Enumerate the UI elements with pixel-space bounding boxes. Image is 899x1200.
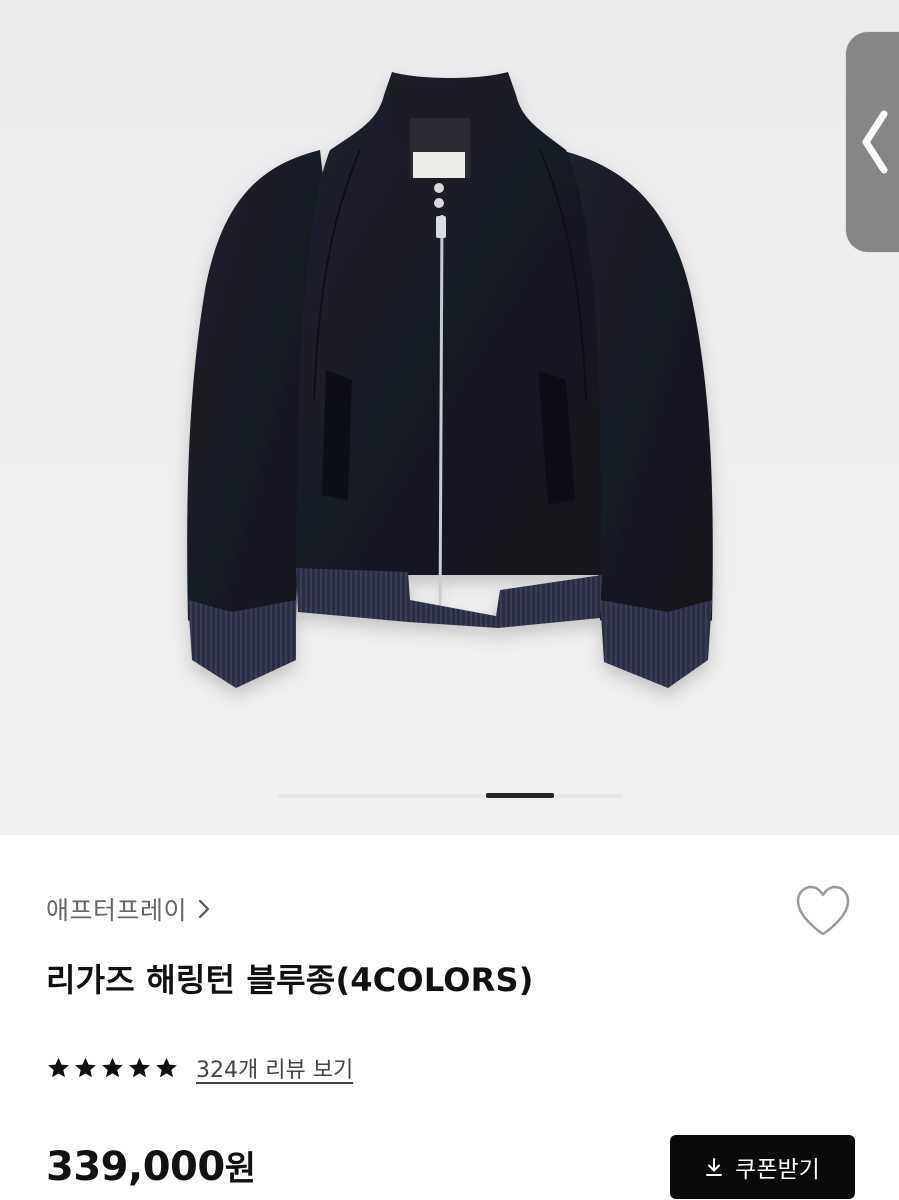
- product-title: 리가즈 해링턴 블루종(4COLORS): [46, 961, 534, 999]
- star-icon: [75, 1057, 96, 1078]
- rating-row: 324개 리뷰 보기: [46, 1052, 353, 1084]
- coupon-button[interactable]: 쿠폰받기: [670, 1135, 855, 1199]
- brand-link[interactable]: 애프터프레이: [46, 891, 211, 927]
- star-icon: [48, 1057, 69, 1078]
- price-unit: 원: [224, 1149, 256, 1189]
- review-link[interactable]: 324개 리뷰 보기: [196, 1052, 353, 1084]
- chevron-left-icon: [862, 110, 888, 174]
- price-amount: 339,000: [46, 1144, 225, 1190]
- chevron-right-icon: [198, 899, 210, 919]
- side-panel-handle[interactable]: [846, 32, 899, 252]
- star-icon: [156, 1057, 177, 1078]
- download-icon: [706, 1158, 723, 1176]
- carousel-progress-track: [278, 794, 622, 798]
- coupon-button-label: 쿠폰받기: [735, 1157, 820, 1183]
- carousel-progress-thumb: [486, 793, 554, 798]
- star-icon: [129, 1057, 150, 1078]
- star-icon: [102, 1057, 123, 1078]
- brand-name: 애프터프레이: [46, 896, 188, 925]
- product-image-gallery[interactable]: [0, 0, 899, 835]
- star-rating: [46, 1056, 179, 1080]
- price: 339,000원: [46, 1141, 256, 1190]
- heart-icon[interactable]: [794, 884, 852, 938]
- product-image: [187, 72, 713, 688]
